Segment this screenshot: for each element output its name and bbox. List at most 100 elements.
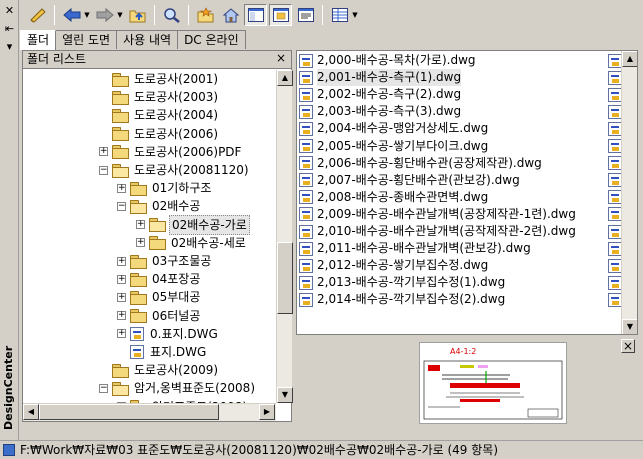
scroll-left-icon[interactable]: ◀ [23,404,39,420]
file-list-item[interactable]: 2,001-배수공-측구(1).dwg [299,69,462,87]
scroll-up-icon[interactable]: ▲ [277,70,293,86]
close-palette-icon[interactable]: ✕ [3,4,16,17]
forward-icon[interactable] [93,4,116,26]
expand-icon[interactable]: + [117,183,126,193]
scroll-down-icon[interactable]: ▼ [622,319,637,334]
properties-icon[interactable]: ▾ [3,40,16,53]
expand-icon[interactable]: + [117,311,126,321]
tab-dc-online[interactable]: DC 온라인 [177,30,246,49]
file-list-item[interactable]: 2,000-배수공-목차(가로).dwg [299,52,476,69]
tree-node[interactable]: + 도로공사(2006)PDF [99,143,243,161]
tree-horizontal-scrollbar[interactable]: ◀ ▶ [23,403,276,421]
scroll-right-icon[interactable]: ▶ [259,404,275,420]
search-icon[interactable] [160,4,183,26]
expand-icon[interactable]: + [99,147,108,157]
up-icon[interactable] [126,4,149,26]
tab-open-drawings[interactable]: 열린 도면 [55,30,118,49]
description-icon[interactable] [294,4,317,26]
tree-scroll-thumb[interactable] [277,242,293,314]
tree-node[interactable]: +05부대공 [117,288,202,306]
tree-node[interactable]: +02배수공-가로 [136,214,250,235]
folder-open-icon [149,218,166,233]
tree-node[interactable]: − 암거,옹벽표준도(2008) [99,379,257,397]
tree-node[interactable]: 도로공사(2009) [99,361,220,379]
back-icon[interactable] [60,4,83,26]
dwg-file-icon [299,70,313,85]
tree-node[interactable]: 도로공사(2001) [99,70,220,88]
file-name: 2,004-배수공-맹암거상세도.dwg [317,121,489,136]
file-list-item[interactable]: 2,009-배수공-배수관날개벽(공장제작관-1련).dwg [299,206,576,223]
file-list-item[interactable]: 2,008-배수공-종배수관면벽.dwg [299,189,488,206]
file-list-scrollbar[interactable]: ▲ ▼ [621,51,637,334]
close-icon[interactable]: × [621,339,635,353]
expand-icon[interactable]: + [117,292,126,302]
dwg-file-icon [608,87,622,102]
file-list-item[interactable]: 2,010-배수공-배수관날개벽(공작제작관-2련).dwg [299,223,576,240]
tree-node-label: 도로공사(2009) [134,363,219,378]
tree-node[interactable]: +02배수공-세로 [136,234,248,252]
tree-node[interactable]: − 도로공사(20081120) [99,161,251,179]
status-bar: F:₩Work₩자료₩03 표준도₩도로공사(20081120)₩02배수공₩0… [0,440,643,459]
tree-node-label: 03구조물공 [152,254,212,268]
file-list-item[interactable]: 2,013-배수공-깍기부집수정(1).dwg [299,274,505,291]
tab-folders[interactable]: 폴더 [20,30,57,50]
views-icon[interactable] [328,4,351,26]
dwg-file-icon [608,173,622,188]
file-list-item[interactable]: 2,004-배수공-맹암거상세도.dwg [299,120,488,137]
tree-node[interactable]: +0.표지.DWG [117,325,220,343]
dwg-file-icon [608,70,622,85]
file-list-item[interactable]: 2,011-배수공-배수관날개벽(관보강).dwg [299,240,531,257]
file-list-item[interactable]: 2,005-배수공-쌓기부다이크.dwg [299,138,488,155]
forward-dropdown-icon[interactable]: ▼ [116,11,124,19]
favorites-icon[interactable] [194,4,217,26]
collapse-icon[interactable]: − [99,383,108,393]
back-dropdown-icon[interactable]: ▼ [83,11,91,19]
scroll-up-icon[interactable]: ▲ [622,51,637,67]
tree-node[interactable]: − 02배수공 [117,197,202,215]
expand-icon[interactable]: + [117,256,126,266]
folder-open-icon [112,381,129,396]
file-list-item[interactable]: 2,014-배수공-깍기부집수정(2).dwg [299,291,505,308]
tree-node-label: 02배수공-가로 [169,214,250,235]
file-list-item[interactable]: 2,002-배수공-측구(2).dwg [299,86,461,103]
tree-vertical-scrollbar[interactable]: ▲ ▼ [276,70,293,403]
folder-icon [112,90,129,105]
tree-node[interactable]: +04포장공 [117,270,202,288]
load-icon[interactable] [26,4,49,26]
tree-hscroll-thumb[interactable] [39,404,219,420]
home-icon[interactable] [219,4,242,26]
file-list-item[interactable]: 2,006-배수공-횡단배수관(공장제작관).dwg [299,155,542,172]
expand-icon[interactable]: + [117,274,126,284]
tree-node-label: 도로공사(20081120) [134,163,249,177]
expand-icon[interactable]: + [136,220,145,230]
dwg-file-icon [608,207,622,222]
tree-node[interactable]: +03구조물공 [117,252,213,270]
folder-list-pane: 폴더 리스트 × 도로공사(2001) 도로공사(2003) 도로공사(2004) 도… [22,50,293,422]
collapse-icon[interactable]: − [99,165,108,175]
views-dropdown-icon[interactable]: ▼ [351,11,359,19]
tree-node[interactable]: 표지.DWG [117,343,208,361]
preview-icon[interactable] [269,4,292,26]
expand-icon[interactable]: + [117,329,126,339]
folder-icon [112,145,129,160]
dwg-file-icon [608,156,622,171]
file-list-item[interactable]: 2,012-배수공-쌓기부집수정.dwg [299,257,488,274]
file-name: 2,012-배수공-쌓기부집수정.dwg [317,258,489,273]
close-icon[interactable]: × [274,52,288,66]
tree-node[interactable]: 도로공사(2003) [99,88,220,106]
scroll-down-icon[interactable]: ▼ [277,387,293,403]
tree-node[interactable]: +06터널공 [117,307,202,325]
tree-node[interactable]: 도로공사(2006) [99,125,220,143]
tree-toggle-icon[interactable] [244,4,267,26]
file-list-item[interactable]: 2,003-배수공-측구(3).dwg [299,103,461,120]
file-name: 2,000-배수공-목차(가로).dwg [317,53,476,67]
tree-node[interactable]: +01기하구조 [117,179,213,197]
expand-icon[interactable]: + [136,238,145,248]
folder-list-title: 폴더 리스트 [27,52,87,66]
collapse-icon[interactable]: − [117,201,126,211]
tab-history[interactable]: 사용 내역 [116,30,179,49]
file-list-item[interactable]: 2,007-배수공-횡단배수관(관보강).dwg [299,172,520,189]
tree-node-label: 표지.DWG [150,345,207,359]
tree-node[interactable]: 도로공사(2004) [99,106,220,124]
autohide-icon[interactable]: ⇤ [3,22,16,35]
